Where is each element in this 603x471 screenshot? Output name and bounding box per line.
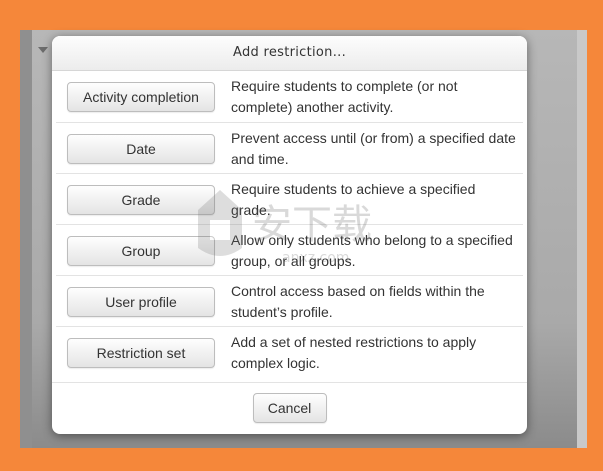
- grade-description: Require students to achieve a specified …: [231, 181, 476, 218]
- restriction-row-group: Group Allow only students who belong to …: [56, 224, 523, 275]
- dialog-title: Add restriction...: [52, 36, 527, 71]
- grade-button[interactable]: Grade: [67, 185, 215, 215]
- group-button[interactable]: Group: [67, 236, 215, 266]
- restriction-row-grade: Grade Require students to achieve a spec…: [56, 173, 523, 224]
- restriction-set-description: Add a set of nested restrictions to appl…: [231, 334, 477, 371]
- restriction-row-restriction-set: Restriction set Add a set of nested rest…: [56, 326, 523, 377]
- restriction-row-date: Date Prevent access until (or from) a sp…: [56, 122, 523, 173]
- restriction-row-user-profile: User profile Control access based on fie…: [56, 275, 523, 326]
- collapse-arrow-icon[interactable]: [38, 47, 48, 53]
- restriction-row-activity-completion: Activity completion Require students to …: [56, 71, 523, 121]
- add-restriction-dialog: Add restriction... Activity completion R…: [52, 36, 527, 434]
- page-scrollbar[interactable]: [577, 30, 587, 448]
- date-button[interactable]: Date: [67, 134, 215, 164]
- group-description: Allow only students who belong to a spec…: [231, 232, 513, 269]
- activity-completion-button[interactable]: Activity completion: [67, 82, 215, 112]
- restriction-set-button[interactable]: Restriction set: [67, 338, 215, 368]
- dialog-footer: Cancel: [52, 382, 527, 434]
- user-profile-description: Control access based on fields within th…: [231, 283, 485, 320]
- date-description: Prevent access until (or from) a specifi…: [231, 130, 516, 167]
- cancel-button[interactable]: Cancel: [252, 393, 327, 423]
- user-profile-button[interactable]: User profile: [67, 287, 215, 317]
- activity-completion-description: Require students to complete (or not com…: [231, 78, 458, 115]
